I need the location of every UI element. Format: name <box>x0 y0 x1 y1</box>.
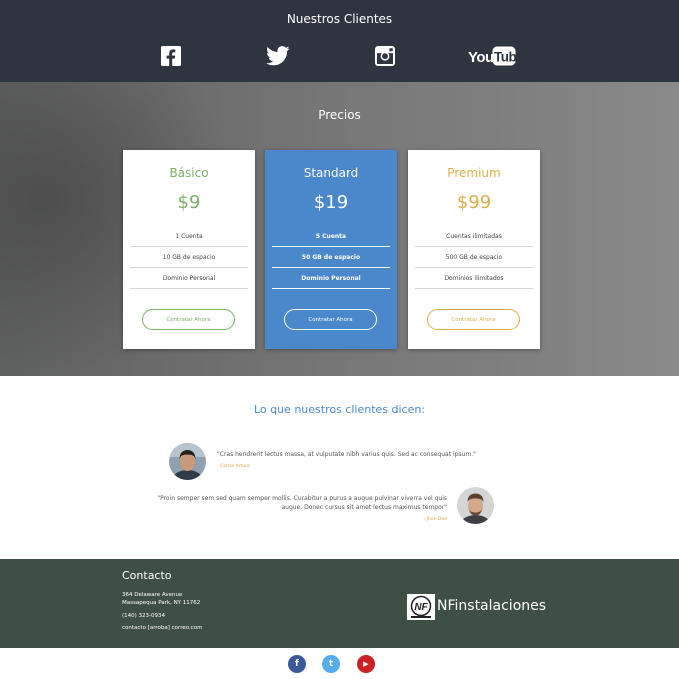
contract-button-basic[interactable]: Contratar Ahora <box>142 309 235 330</box>
youtube-icon[interactable]: You Tube <box>468 44 516 68</box>
footer: Contacto 364 Delaware Avenue Massapequa … <box>0 559 679 648</box>
svg-text:Tube: Tube <box>494 50 516 65</box>
pricing-section: Precios Básico $9 1 Cuenta 10 GB de espa… <box>0 82 679 376</box>
plan-feature: Dominio Personal <box>272 268 390 289</box>
nf-logo: NF <box>407 594 435 620</box>
phone-number: (140) 323-0934 <box>122 613 166 619</box>
contact-title: Contacto <box>122 569 172 582</box>
plan-feature: 1 Cuenta <box>130 226 248 247</box>
youtube-icon[interactable]: ▶ <box>357 655 375 673</box>
plan-price: $9 <box>177 192 201 213</box>
plan-feature: 5 Cuenta <box>272 226 390 247</box>
plan-name: Básico <box>169 166 209 180</box>
clients-title: Nuestros Clientes <box>286 12 393 26</box>
twitter-icon[interactable]: t <box>322 655 340 673</box>
plan-feature: Cuentas ilimitadas <box>415 226 533 247</box>
plan-feature: 500 GB de espacio <box>415 247 533 268</box>
plan-feature: Dominio Personal <box>130 268 248 289</box>
plan-price: $19 <box>313 192 349 213</box>
avatar <box>457 487 494 524</box>
pricing-title: Precios <box>318 108 361 122</box>
twitter-icon[interactable] <box>266 44 290 68</box>
testimonial-author: - Carlos Arturo <box>217 464 250 469</box>
svg-text:You: You <box>468 49 494 66</box>
address-line: Massapequa Park, NY 11762 <box>122 600 201 606</box>
pricing-card-premium: Premium $99 Cuentas ilimitadas 500 GB de… <box>408 150 540 349</box>
facebook-icon[interactable]: f <box>288 655 306 673</box>
contract-button-premium[interactable]: Contratar Ahora <box>427 309 520 330</box>
testimonials-section: Lo que nuestros clientes dicen: "Cras he… <box>0 376 679 559</box>
testimonial-quote: "Proin semper sem sed quam semper mollis… <box>132 494 447 512</box>
testimonial-quote-line: "Proin semper sem sed quam semper mollis… <box>157 495 447 502</box>
instagram-icon[interactable] <box>374 44 396 68</box>
logo-mark-text: NF <box>414 602 428 613</box>
plan-name: Standard <box>303 166 359 180</box>
plan-price: $99 <box>456 192 492 213</box>
plan-feature: 50 GB de espacio <box>272 247 390 268</box>
facebook-icon[interactable] <box>160 44 182 68</box>
plan-name: Premium <box>447 166 501 180</box>
email-address: contacto [arroba] correo.com <box>122 625 203 631</box>
address-line: 364 Delaware Avenue <box>122 592 183 598</box>
testimonials-title: Lo que nuestros clientes dicen: <box>253 403 426 416</box>
brand-name: NFinstalaciones <box>437 598 547 614</box>
landing-page: Nuestros Clientes You Tub Precios Básico… <box>0 0 679 679</box>
plan-feature: 10 GB de espacio <box>130 247 248 268</box>
contract-button-standard[interactable]: Contratar Ahora <box>284 309 377 330</box>
pricing-card-standard: Standard $19 5 Cuenta 50 GB de espacio D… <box>265 150 397 349</box>
social-links: f t ▶ <box>0 648 679 679</box>
plan-feature: Dominios ilimitados <box>415 268 533 289</box>
pricing-card-basic: Básico $9 1 Cuenta 10 GB de espacio Domi… <box>123 150 255 349</box>
testimonial-author: - Jhon Doe <box>423 517 447 522</box>
testimonial-quote: "Cras hendrerit lectus massa, at vulputa… <box>217 451 476 458</box>
avatar <box>169 443 206 480</box>
clients-section: Nuestros Clientes You Tub <box>0 0 679 82</box>
testimonial-quote-line: augue. Donec cursus sit amet lectus maxi… <box>281 504 447 511</box>
